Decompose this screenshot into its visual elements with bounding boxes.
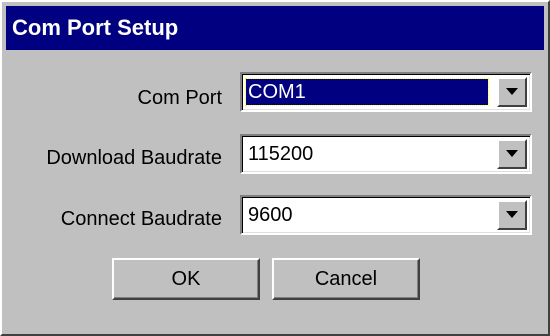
- chevron-down-icon: [506, 150, 518, 157]
- chevron-down-icon: [506, 88, 518, 95]
- com-port-value: COM1: [245, 78, 489, 106]
- download-baudrate-value: 115200: [248, 143, 314, 165]
- title-bar: Com Port Setup: [6, 6, 544, 50]
- connect-baudrate-label: Connect Baudrate: [60, 208, 222, 230]
- download-baudrate-select[interactable]: 115200: [240, 134, 532, 174]
- connect-baudrate-dropdown-button[interactable]: [497, 200, 527, 230]
- com-port-dropdown-button[interactable]: [497, 77, 527, 107]
- chevron-down-icon: [506, 211, 518, 218]
- ok-button[interactable]: OK: [112, 258, 260, 300]
- download-baudrate-dropdown-button[interactable]: [497, 139, 527, 169]
- com-port-label: Com Port: [137, 87, 222, 109]
- com-port-setup-dialog: Com Port Setup Com Port COM1 Download Ba…: [0, 0, 550, 336]
- connect-baudrate-value: 9600: [248, 204, 293, 226]
- window-title: Com Port Setup: [12, 15, 179, 40]
- cancel-button[interactable]: Cancel: [272, 258, 420, 300]
- com-port-select[interactable]: COM1: [240, 72, 532, 112]
- connect-baudrate-select[interactable]: 9600: [240, 195, 532, 235]
- download-baudrate-label: Download Baudrate: [46, 147, 222, 169]
